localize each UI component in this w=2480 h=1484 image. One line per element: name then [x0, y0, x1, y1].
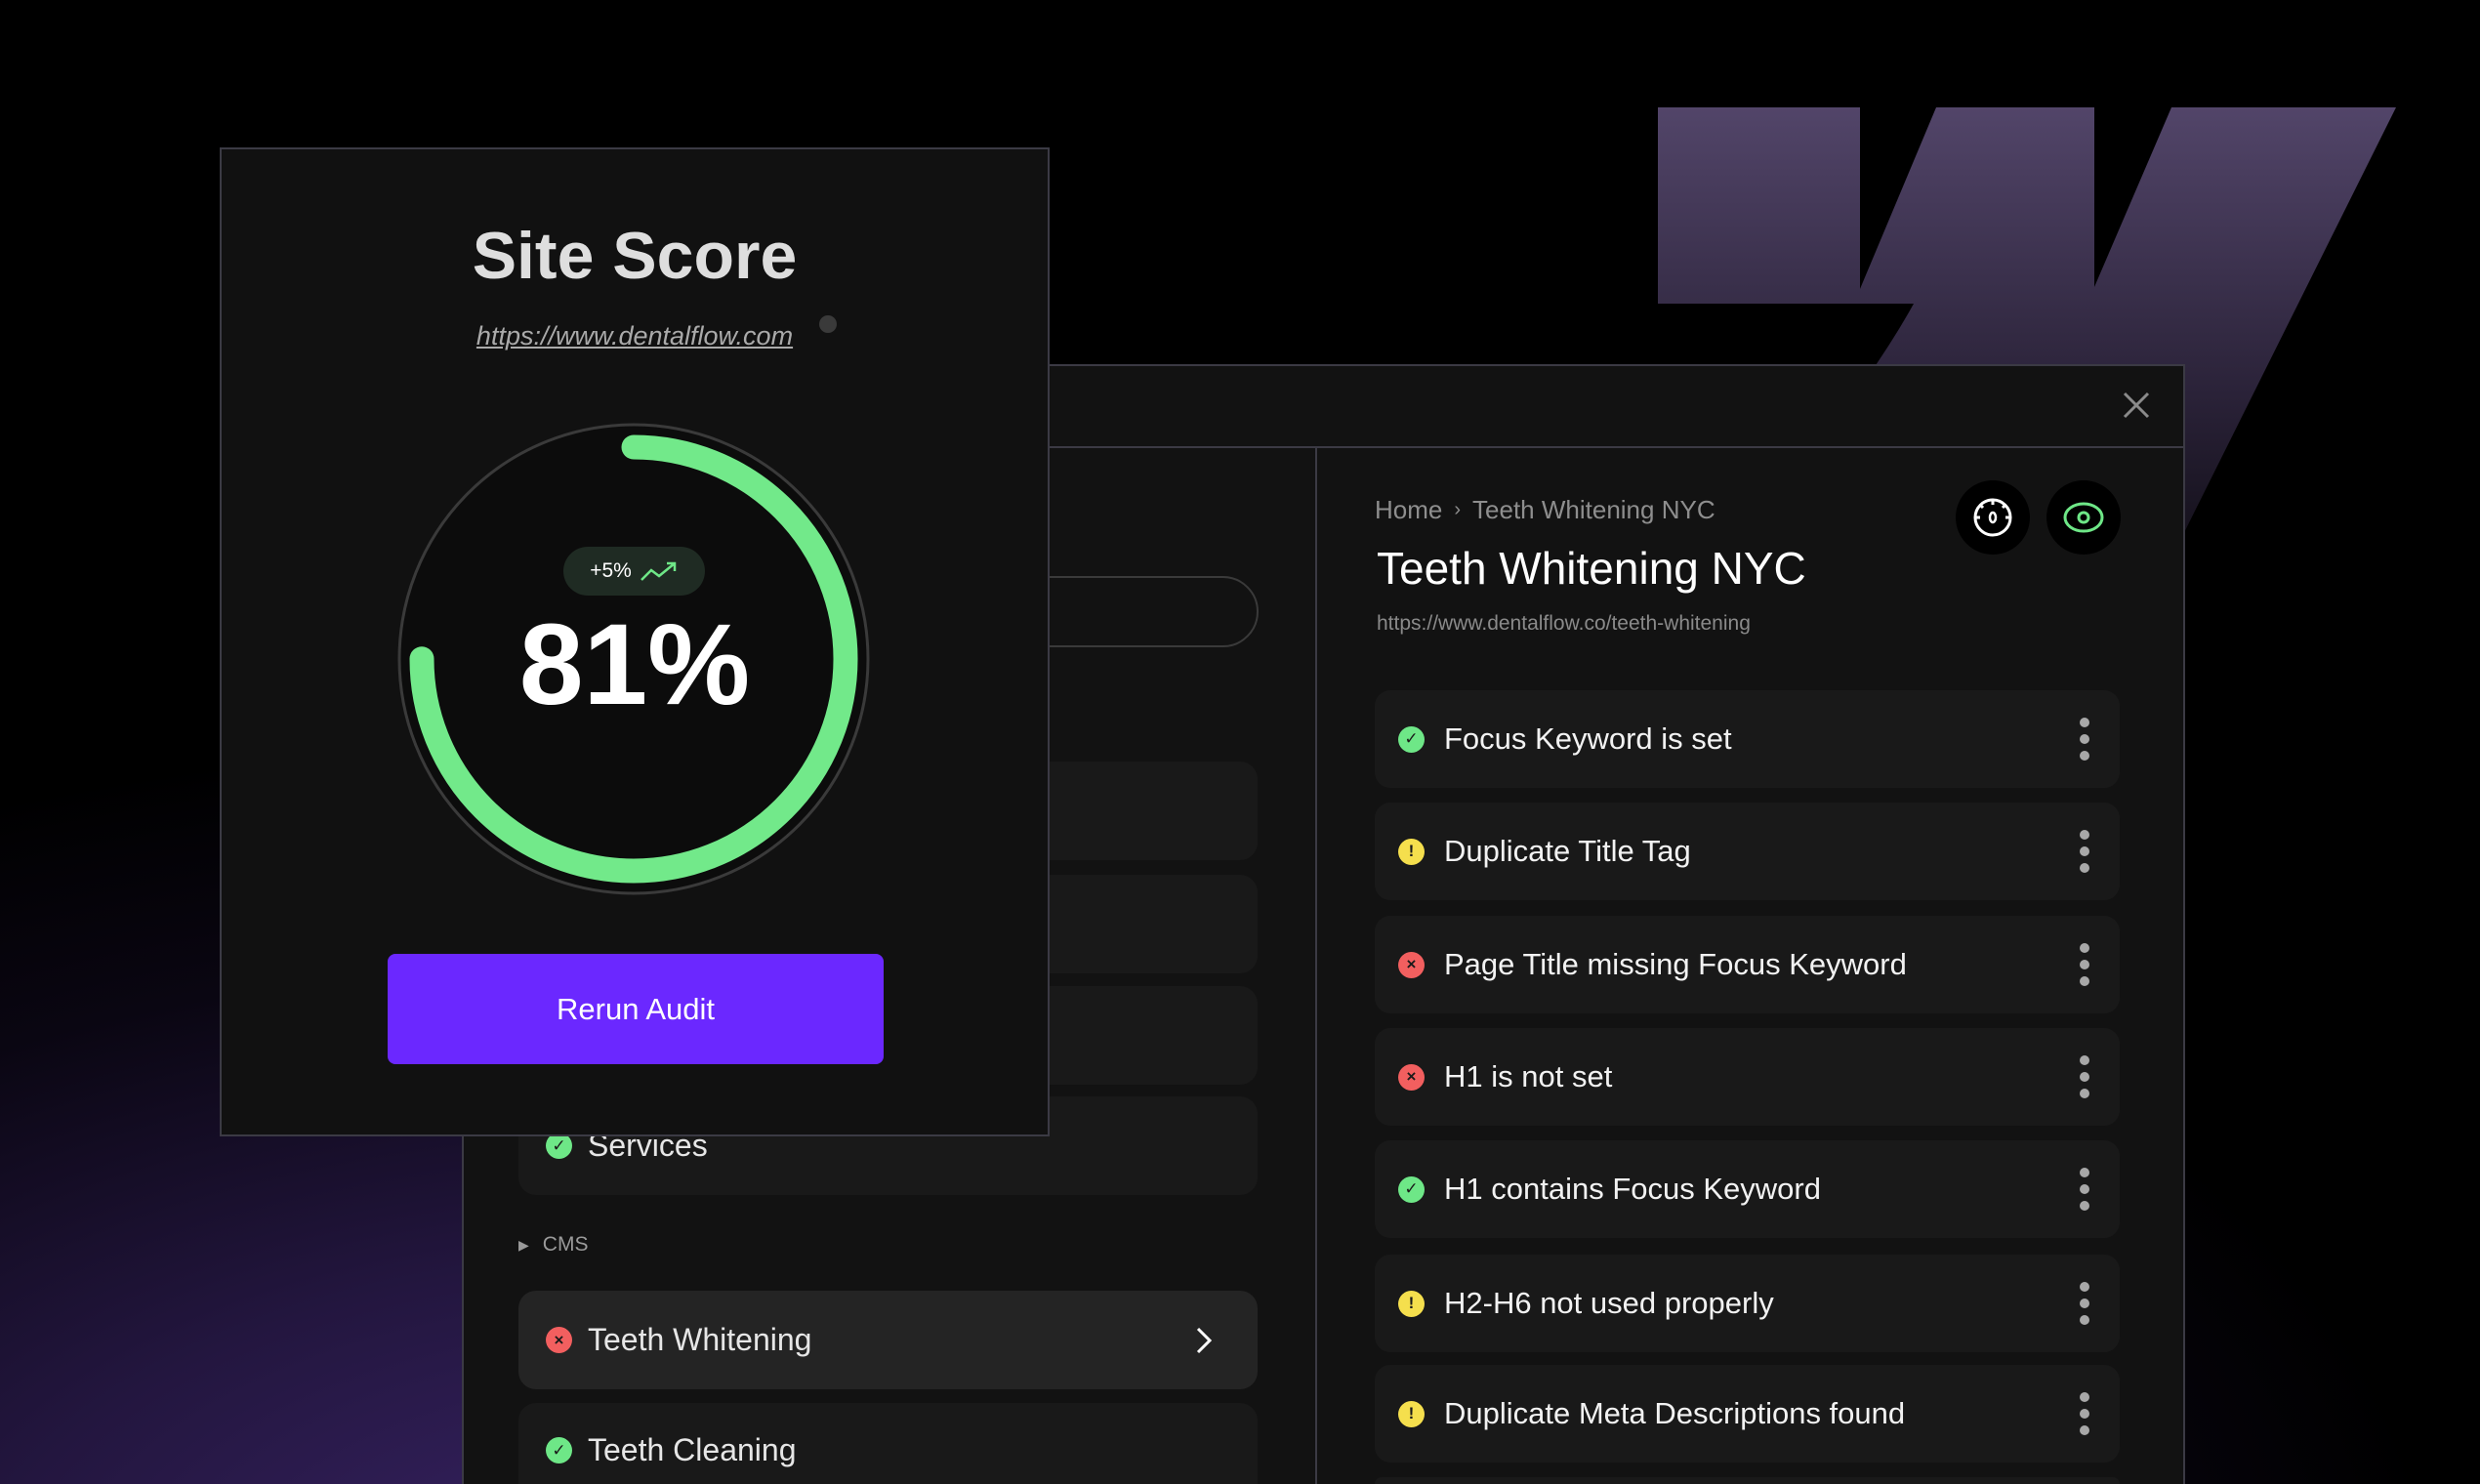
issue-label: H1 contains Focus Keyword — [1444, 1172, 1821, 1206]
more-options-icon[interactable] — [2079, 1168, 2090, 1211]
score-change: +5% — [590, 559, 632, 582]
issue-label: Page Title missing Focus Keyword — [1444, 947, 1907, 981]
issue-label: Focus Keyword is set — [1444, 721, 1732, 756]
issue-row[interactable]: ! H2-H6 not used properly — [1375, 1255, 2120, 1352]
speedometer-icon — [1973, 498, 2012, 537]
more-options-icon[interactable] — [2079, 1392, 2090, 1435]
warn-icon: ! — [1398, 1290, 1425, 1317]
close-icon[interactable] — [2117, 386, 2156, 425]
more-options-icon[interactable] — [2079, 718, 2090, 761]
fail-icon: × — [1398, 951, 1425, 978]
issue-row[interactable]: ✓ H1 contains Focus Keyword — [1375, 1140, 2120, 1238]
breadcrumb-home[interactable]: Home — [1375, 495, 1442, 525]
preview-button[interactable] — [2046, 480, 2121, 555]
warn-icon: ! — [1398, 838, 1425, 865]
page-title: Teeth Whitening NYC — [1377, 543, 1806, 594]
issue-row[interactable]: ✓ Focus Keyword is set — [1375, 690, 2120, 788]
cms-item-label: Teeth Cleaning — [588, 1432, 797, 1467]
pass-icon: ✓ — [1398, 1175, 1425, 1203]
issue-row[interactable]: ! Duplicate Title Tag — [1375, 803, 2120, 900]
breadcrumb-separator-icon: › — [1454, 499, 1462, 520]
breadcrumb: Home › Teeth Whitening NYC — [1375, 495, 1715, 525]
section-label: CMS — [542, 1233, 589, 1256]
more-options-icon[interactable] — [2079, 1055, 2090, 1098]
caret-right-icon: ▶ — [518, 1236, 529, 1253]
score-value: 81% — [518, 600, 751, 729]
more-options-icon[interactable] — [2079, 830, 2090, 873]
issue-label: Duplicate Meta Descriptions found — [1444, 1396, 1906, 1430]
issue-row[interactable]: × H1 is not set — [1375, 1028, 2120, 1126]
warn-icon: ! — [1398, 1400, 1425, 1427]
page-url[interactable]: https://www.dentalflow.co/teeth-whitenin… — [1377, 612, 1751, 636]
cms-section-toggle[interactable]: ▶ CMS — [518, 1233, 588, 1257]
issue-label: Duplicate Title Tag — [1444, 834, 1691, 868]
pass-icon: ✓ — [1398, 725, 1425, 753]
issue-row[interactable]: × Page Title missing Focus Keyword — [1375, 916, 2120, 1013]
breadcrumb-current: Teeth Whitening NYC — [1472, 495, 1715, 524]
fail-icon: × — [1398, 1063, 1425, 1091]
pass-icon: ✓ — [546, 1437, 572, 1463]
fail-icon: × — [546, 1327, 572, 1353]
chevron-right-icon — [1196, 1327, 1213, 1354]
cms-item-teeth-whitening[interactable]: × Teeth Whitening — [518, 1291, 1258, 1389]
trend-up-icon — [640, 561, 677, 581]
rerun-audit-button[interactable]: Rerun Audit — [388, 954, 884, 1064]
more-options-icon[interactable] — [2079, 1282, 2090, 1325]
cms-item-label: Teeth Whitening — [588, 1322, 812, 1357]
issue-label: H2-H6 not used properly — [1444, 1286, 1774, 1320]
issue-row[interactable]: ! Duplicate Meta Descriptions found — [1375, 1365, 2120, 1463]
speed-button[interactable] — [1956, 480, 2030, 555]
site-score-card: Site Score https://www.dentalflow.com +5… — [220, 147, 1050, 1136]
issue-label: H1 is not set — [1444, 1059, 1613, 1093]
eye-icon — [2063, 502, 2104, 533]
issue-row[interactable] — [1375, 1477, 2120, 1484]
cms-item-teeth-cleaning[interactable]: ✓ Teeth Cleaning — [518, 1403, 1258, 1484]
panel-divider — [1315, 448, 1317, 1484]
score-change-badge: +5% — [563, 547, 705, 596]
more-options-icon[interactable] — [2079, 943, 2090, 986]
